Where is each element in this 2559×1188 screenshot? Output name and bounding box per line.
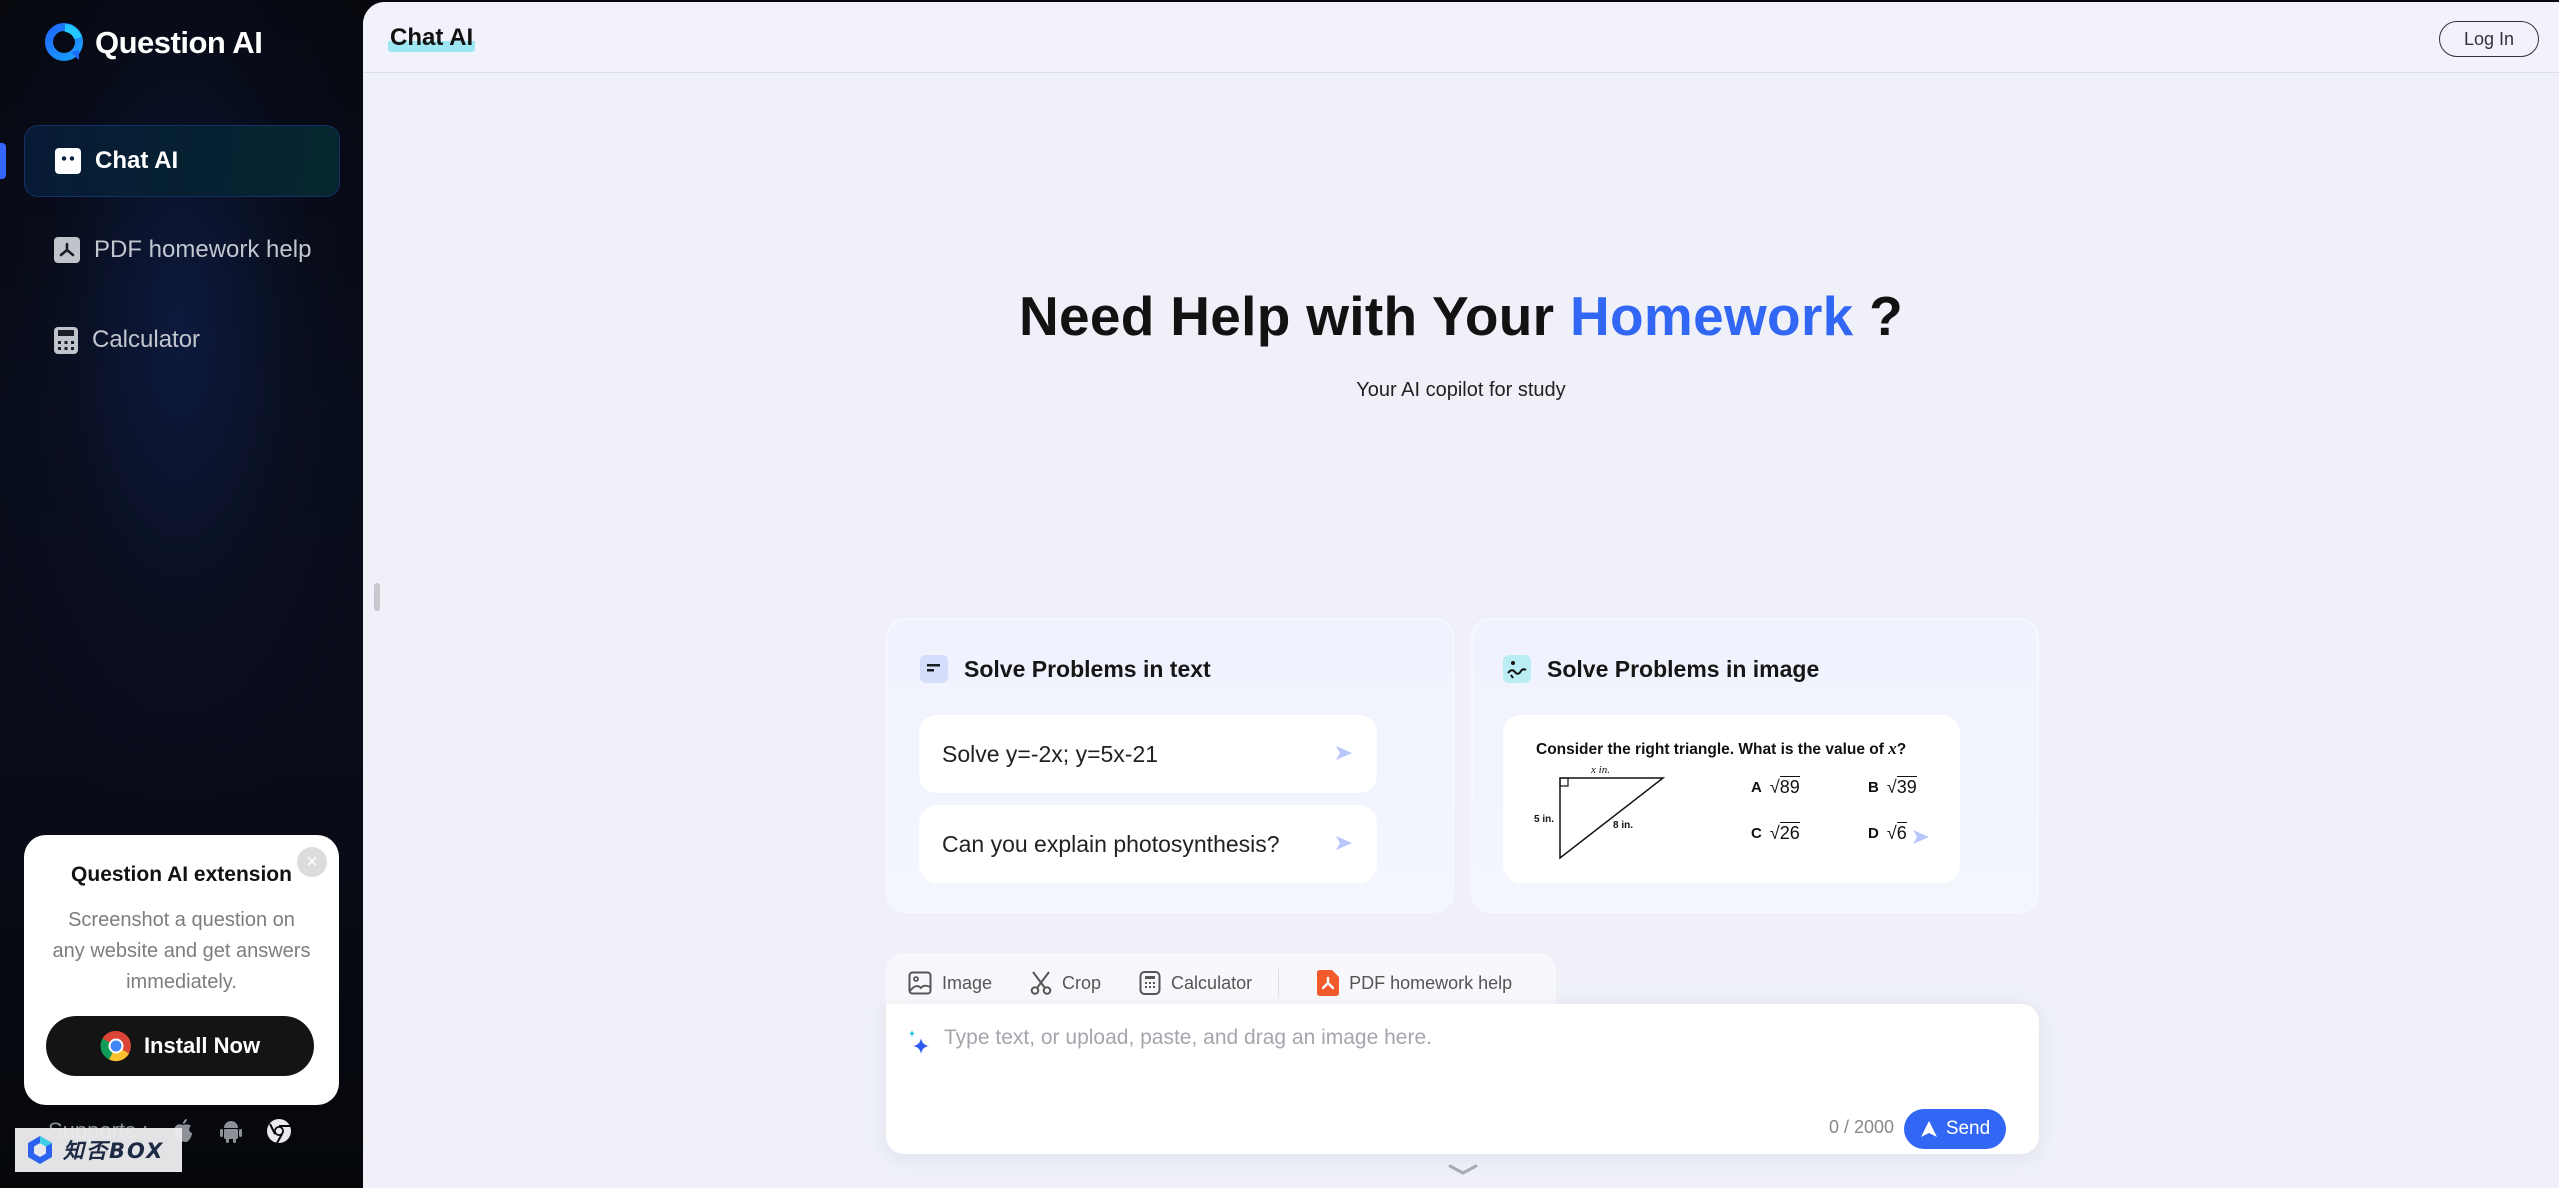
toolbar-divider [1278, 969, 1280, 997]
composer-input-box: 0 / 2000 Send [886, 1004, 2039, 1154]
watermark-overlay: 知否BOX [15, 1128, 182, 1172]
chevron-down-icon[interactable] [1448, 1163, 1478, 1177]
send-arrow-icon [1336, 746, 1352, 760]
card-title: Solve Problems in text [964, 655, 1211, 682]
send-arrow-icon [1913, 830, 1929, 844]
question-ai-logo-icon [45, 23, 83, 61]
scissors-icon [1030, 971, 1052, 995]
hero-title-suffix: ? [1853, 285, 1904, 347]
answer-option: D √6 [1868, 822, 1907, 843]
sidebar-item-label: Calculator [92, 326, 201, 353]
crop-button[interactable]: Crop [1030, 971, 1101, 995]
sidebar: Question AI Chat AI PDF homework help Ca… [0, 0, 363, 1188]
calculator-icon [1139, 971, 1161, 995]
sidebar-item-label: PDF homework help [94, 236, 312, 263]
triangle-label-left: 5 in. [1534, 814, 1554, 825]
extension-description: Screenshot a question on any website and… [52, 909, 311, 993]
app-name: Question AI [95, 25, 263, 60]
text-message-icon [920, 655, 948, 683]
sidebar-item-pdf-homework-help[interactable]: PDF homework help [24, 214, 340, 286]
card-title: Solve Problems in image [1547, 655, 1820, 682]
android-icon[interactable] [218, 1118, 244, 1144]
install-now-button[interactable]: Install Now [46, 1016, 314, 1076]
hero-subtitle: Your AI copilot for study [1356, 379, 1566, 401]
active-nav-indicator [0, 143, 6, 179]
answer-option: C √26 [1751, 822, 1800, 843]
install-now-label: Install Now [143, 1033, 261, 1058]
example-image-prompt[interactable]: Consider the right triangle. What is the… [1503, 715, 1960, 883]
triangle-label-hypotenuse: 8 in. [1613, 820, 1633, 831]
send-arrow-icon [1336, 836, 1352, 850]
sidebar-item-calculator[interactable]: Calculator [24, 304, 340, 376]
watermark-logo-icon [28, 1136, 52, 1164]
hero-title: Need Help with Your Homework ? [363, 284, 2559, 348]
prompt-text: Solve y=-2x; y=5x-21 [942, 740, 1159, 767]
chrome-icon [100, 1030, 131, 1062]
page-title: Chat AI [388, 24, 476, 52]
login-button[interactable]: Log In [2439, 21, 2539, 57]
close-icon[interactable]: × [297, 847, 327, 877]
solve-in-image-card: Solve Problems in image Consider the rig… [1471, 618, 2039, 913]
extension-promo-card: × Question AI extension Screenshot a que… [24, 835, 339, 1105]
answer-option: A √89 [1751, 776, 1800, 797]
watermark-text: 知否BOX [63, 1139, 165, 1163]
character-counter: 0 / 2000 [1828, 1117, 1894, 1137]
hero-title-prefix: Need Help with Your [1018, 285, 1570, 347]
image-icon [908, 971, 932, 995]
image-upload-button[interactable]: Image [908, 971, 992, 995]
sparkle-icon [909, 1030, 929, 1054]
solve-in-text-card: Solve Problems in text Solve y=-2x; y=5x… [886, 618, 1454, 913]
tool-label: Crop [1062, 972, 1102, 993]
sidebar-resize-handle[interactable] [374, 583, 380, 611]
sidebar-item-chat-ai[interactable]: Chat AI [24, 125, 340, 197]
chat-bubble-icon [55, 148, 81, 174]
right-triangle-figure: x in. 5 in. 8 in. [1534, 764, 1666, 860]
pdf-homework-help-button[interactable]: PDF homework help [1317, 970, 1512, 996]
send-icon [1920, 1121, 1937, 1137]
card-header: Solve Problems in image [1503, 655, 1819, 683]
top-bar: Chat AI Log In [363, 2, 2559, 73]
tool-label: Calculator [1171, 972, 1253, 993]
question-text: Consider the right triangle. What is the… [1536, 739, 1907, 758]
sidebar-item-label: Chat AI [95, 147, 179, 174]
calculator-button[interactable]: Calculator [1139, 971, 1252, 995]
triangle-label-top: x in. [1590, 764, 1610, 776]
send-label: Send [1945, 1118, 1991, 1139]
tool-label: PDF homework help [1349, 972, 1513, 993]
calculator-icon [54, 326, 78, 354]
image-problem-icon [1503, 655, 1531, 683]
extension-title: Question AI extension [71, 863, 292, 886]
chrome-icon[interactable] [266, 1118, 292, 1144]
tool-label: Image [942, 972, 993, 993]
question-input[interactable] [944, 1026, 2004, 1086]
logo[interactable]: Question AI [43, 22, 263, 64]
pdf-icon [1317, 970, 1340, 996]
example-prompt[interactable]: Solve y=-2x; y=5x-21 [919, 715, 1377, 793]
hero-title-accent: Homework [1569, 285, 1854, 347]
main-content: Chat AI Log In Need Help with Your Homew… [363, 2, 2559, 1188]
answer-option: B √39 [1868, 776, 1917, 797]
card-header: Solve Problems in text [920, 655, 1211, 683]
send-button[interactable]: Send [1904, 1109, 2006, 1149]
example-prompt[interactable]: Can you explain photosynthesis? [919, 805, 1377, 883]
prompt-text: Can you explain photosynthesis? [942, 830, 1280, 857]
pdf-icon [54, 237, 80, 263]
